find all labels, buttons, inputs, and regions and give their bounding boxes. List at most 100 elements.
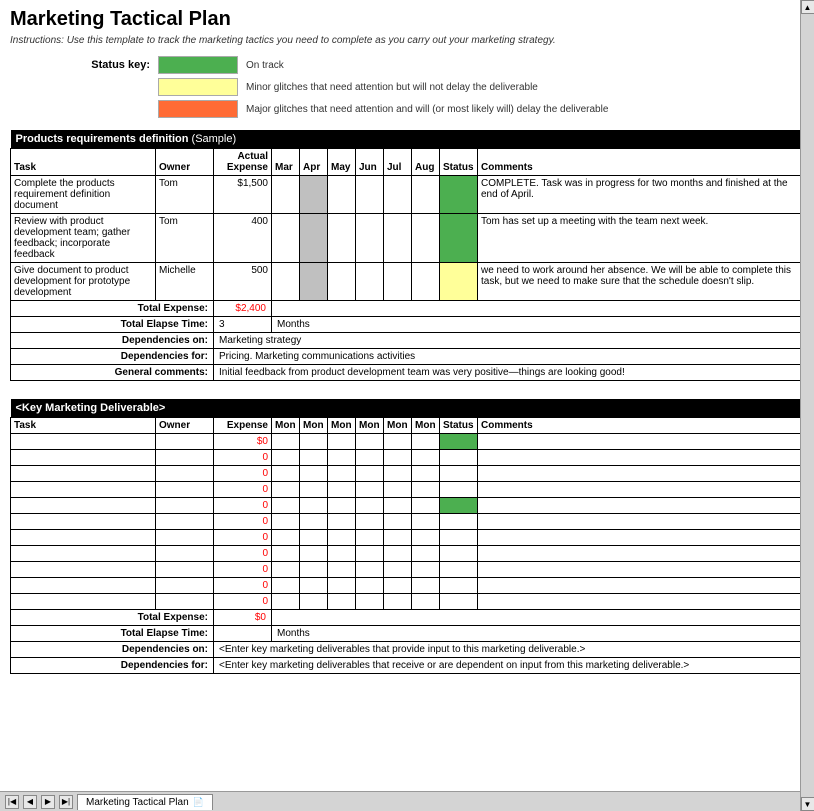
row1-comments: COMPLETE. Task was in progress for two m…	[478, 176, 804, 214]
row1-jul	[384, 176, 412, 214]
col-jun: Jun	[356, 149, 384, 176]
s2-dep-for-row: Dependencies for: <Enter key marketing d…	[11, 658, 804, 674]
row3-owner: Michelle	[156, 263, 214, 301]
col-comments1: Comments	[478, 149, 804, 176]
sheet-tab-active[interactable]: Marketing Tactical Plan 📄	[77, 794, 213, 810]
general-comments-value: Initial feedback from product developmen…	[214, 365, 804, 381]
row1-apr	[300, 176, 328, 214]
col-mon3: Mon	[328, 418, 356, 434]
row2-task: Review with product development team; ga…	[11, 214, 156, 263]
total-elapse-label: Total Elapse Time:	[11, 317, 214, 333]
sheet-tab-label: Marketing Tactical Plan	[86, 797, 189, 808]
general-comments-row: General comments: Initial feedback from …	[11, 365, 804, 381]
row2-apr	[300, 214, 328, 263]
total-expense-value: $2,400	[214, 301, 272, 317]
row3-jul	[384, 263, 412, 301]
row2-aug	[412, 214, 440, 263]
instructions-text: Instructions: Use this template to track…	[10, 35, 804, 46]
scroll-track[interactable]	[801, 14, 814, 797]
row3-may	[328, 263, 356, 301]
dep-for-value: Pricing. Marketing communications activi…	[214, 349, 804, 365]
col-owner1: Owner	[156, 149, 214, 176]
col-jul: Jul	[384, 149, 412, 176]
row1-expense: $1,500	[214, 176, 272, 214]
col-mon6: Mon	[412, 418, 440, 434]
table-row: 0	[11, 578, 804, 594]
s2-dep-on-row: Dependencies on: <Enter key marketing de…	[11, 642, 804, 658]
row2-comments: Tom has set up a meeting with the team n…	[478, 214, 804, 263]
row3-status	[440, 263, 478, 301]
row3-task: Give document to product development for…	[11, 263, 156, 301]
scroll-down-btn[interactable]: ▼	[801, 797, 814, 811]
section2-table: <Key Marketing Deliverable> Task Owner E…	[10, 399, 804, 674]
status-key: Status key: On track Minor glitches that…	[70, 56, 804, 118]
table-row: 0	[11, 530, 804, 546]
col-mon2: Mon	[300, 418, 328, 434]
col-mon4: Mon	[356, 418, 384, 434]
row3-comments: we need to work around her absence. We w…	[478, 263, 804, 301]
status-yellow-box	[158, 78, 238, 96]
section1-table: Products requirements definition (Sample…	[10, 130, 804, 381]
table-row: 0	[11, 466, 804, 482]
row3-apr	[300, 263, 328, 301]
scrollbar-vertical: ▲ ▼	[800, 0, 814, 811]
page-title: Marketing Tactical Plan	[10, 8, 804, 31]
table-row: 0	[11, 594, 804, 610]
s2-dep-for-value: <Enter key marketing deliverables that r…	[214, 658, 804, 674]
s2-total-elapse-label: Total Elapse Time:	[11, 626, 214, 642]
row2-expense: 400	[214, 214, 272, 263]
table-row: 0	[11, 546, 804, 562]
dep-for-label: Dependencies for:	[11, 349, 214, 365]
total-elapse-value: 3	[214, 317, 272, 333]
table-row: 0	[11, 498, 804, 514]
s2-total-expense-value: $0	[214, 610, 272, 626]
row2-mar	[272, 214, 300, 263]
status-key-label: Status key:	[70, 59, 150, 71]
col-may: May	[328, 149, 356, 176]
col-task2: Task	[11, 418, 156, 434]
row2-jul	[384, 214, 412, 263]
row3-expense: 500	[214, 263, 272, 301]
s2-total-expense-row: Total Expense: $0	[11, 610, 804, 626]
table-row: Give document to product development for…	[11, 263, 804, 301]
table-row: Complete the products requirement defini…	[11, 176, 804, 214]
s2-dep-on-label: Dependencies on:	[11, 642, 214, 658]
col-expense2: Expense	[214, 418, 272, 434]
col-mon1: Mon	[272, 418, 300, 434]
scroll-up-btn[interactable]: ▲	[801, 0, 814, 14]
table-row: 0	[11, 514, 804, 530]
status-green-box	[158, 56, 238, 74]
s2-total-expense-label: Total Expense:	[11, 610, 214, 626]
section2-header: <Key Marketing Deliverable>	[11, 399, 804, 418]
status-red-desc: Major glitches that need attention and w…	[246, 104, 608, 115]
table-row: 0	[11, 482, 804, 498]
total-elapse-row: Total Elapse Time: 3 Months	[11, 317, 804, 333]
col-status1: Status	[440, 149, 478, 176]
dep-on-row: Dependencies on: Marketing strategy	[11, 333, 804, 349]
tab-nav-last[interactable]: ▶|	[59, 795, 73, 809]
row3-jun	[356, 263, 384, 301]
tab-nav-prev[interactable]: ◀	[23, 795, 37, 809]
s2-dep-on-value: <Enter key marketing deliverables that p…	[214, 642, 804, 658]
row1-owner: Tom	[156, 176, 214, 214]
row2-owner: Tom	[156, 214, 214, 263]
total-expense-label: Total Expense:	[11, 301, 214, 317]
status-yellow-desc: Minor glitches that need attention but w…	[246, 82, 538, 93]
row1-jun	[356, 176, 384, 214]
table-row: $0	[11, 434, 804, 450]
general-comments-label: General comments:	[11, 365, 214, 381]
tab-nav-first[interactable]: |◀	[5, 795, 19, 809]
col-comments2: Comments	[478, 418, 804, 434]
s2-total-elapse-row: Total Elapse Time: Months	[11, 626, 804, 642]
tab-nav-next[interactable]: ▶	[41, 795, 55, 809]
col-owner2: Owner	[156, 418, 214, 434]
table-row: 0	[11, 450, 804, 466]
col-mar: Mar	[272, 149, 300, 176]
col-expense1: ActualExpense	[214, 149, 272, 176]
s2-total-elapse-unit: Months	[272, 626, 804, 642]
col-mon5: Mon	[384, 418, 412, 434]
tab-bar: |◀ ◀ ▶ ▶| Marketing Tactical Plan 📄	[0, 791, 814, 811]
total-elapse-unit: Months	[272, 317, 804, 333]
total-expense-row: Total Expense: $2,400	[11, 301, 804, 317]
table-row: Review with product development team; ga…	[11, 214, 804, 263]
